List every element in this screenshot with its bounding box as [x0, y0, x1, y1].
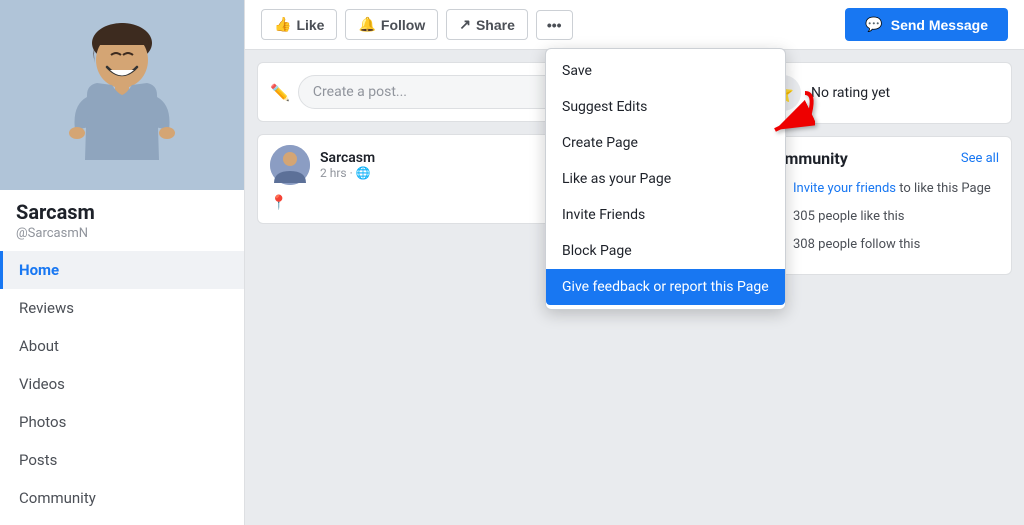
- post-avatar: [270, 145, 310, 185]
- dropdown-item-invite-friends[interactable]: Invite Friends: [546, 197, 785, 233]
- sidebar-item-about[interactable]: About: [0, 327, 244, 365]
- follow-label: Follow: [381, 17, 425, 33]
- send-message-label: Send Message: [891, 17, 988, 33]
- profile-cover: [0, 0, 244, 190]
- profile-avatar-img: [67, 5, 177, 185]
- sidebar-item-community[interactable]: Community: [0, 479, 244, 517]
- profile-section: Sarcasm @SarcasmN: [0, 0, 244, 251]
- see-all-link[interactable]: See all: [961, 151, 999, 166]
- sidebar: Sarcasm @SarcasmN Home Reviews About Vid…: [0, 0, 245, 525]
- dropdown-item-like-as-page[interactable]: Like as your Page: [546, 161, 785, 197]
- follow-button[interactable]: 🔔 Follow: [345, 9, 438, 40]
- create-page-label: Create Page: [562, 135, 638, 151]
- follows-count-text: 308 people follow this: [793, 237, 920, 252]
- invite-friends-label: Invite Friends: [562, 207, 645, 223]
- community-header: Community See all: [765, 149, 999, 168]
- invite-suffix: to like this Page: [899, 181, 991, 196]
- likes-count-text: 305 people like this: [793, 209, 905, 224]
- page-handle: @SarcasmN: [0, 226, 244, 251]
- dropdown-item-block-page[interactable]: Block Page: [546, 233, 785, 269]
- sidebar-item-posts[interactable]: Posts: [0, 441, 244, 479]
- sidebar-item-videos[interactable]: Videos: [0, 365, 244, 403]
- dropdown-item-save[interactable]: Save: [546, 53, 785, 89]
- suggest-edits-label: Suggest Edits: [562, 99, 647, 115]
- no-rating-text: No rating yet: [811, 85, 890, 101]
- post-avatar-img: [270, 145, 310, 185]
- save-label: Save: [562, 63, 592, 79]
- block-page-label: Block Page: [562, 243, 632, 259]
- like-label: Like: [296, 17, 324, 33]
- create-post-placeholder: Create a post...: [313, 84, 407, 100]
- sidebar-item-info-ads[interactable]: Info and ads: [0, 517, 244, 525]
- share-icon: ↗: [459, 16, 471, 33]
- page-name: Sarcasm: [0, 190, 244, 226]
- community-box: Community See all 👥 Invite your friends …: [752, 136, 1012, 275]
- action-bar: 👍 Like 🔔 Follow ↗ Share ••• Save Sugges: [245, 0, 1024, 50]
- community-item-likes: 👍 305 people like this: [765, 206, 999, 226]
- sidebar-item-home[interactable]: Home: [0, 251, 244, 289]
- messenger-icon: 💬: [865, 16, 882, 33]
- thumbs-up-icon: 👍: [274, 16, 291, 33]
- bell-icon: 🔔: [358, 16, 375, 33]
- app-layout: Sarcasm @SarcasmN Home Reviews About Vid…: [0, 0, 1024, 525]
- share-label: Share: [476, 17, 515, 33]
- sidebar-item-photos[interactable]: Photos: [0, 403, 244, 441]
- main-content: 👍 Like 🔔 Follow ↗ Share ••• Save Sugges: [245, 0, 1024, 525]
- post-text: 📍: [270, 195, 287, 211]
- invite-link[interactable]: Invite your friends: [793, 181, 896, 196]
- share-button[interactable]: ↗ Share: [446, 9, 528, 40]
- community-item-follows: 👁 308 people follow this: [765, 234, 999, 254]
- pencil-icon: ✏️: [270, 83, 290, 102]
- community-item-invite: 👥 Invite your friends to like this Page: [765, 178, 999, 198]
- more-button[interactable]: •••: [536, 10, 573, 40]
- sidebar-navigation: Home Reviews About Videos Photos Posts C…: [0, 251, 244, 525]
- give-feedback-label: Give feedback or report this Page: [562, 279, 769, 295]
- sidebar-item-reviews[interactable]: Reviews: [0, 289, 244, 327]
- ellipsis-icon: •••: [547, 17, 562, 33]
- send-message-button[interactable]: 💬 Send Message: [845, 8, 1008, 41]
- red-arrow-indicator: [735, 88, 815, 142]
- like-button[interactable]: 👍 Like: [261, 9, 337, 40]
- like-as-page-label: Like as your Page: [562, 171, 671, 187]
- invite-text: Invite your friends to like this Page: [793, 181, 991, 196]
- dropdown-item-give-feedback[interactable]: Give feedback or report this Page: [546, 269, 785, 305]
